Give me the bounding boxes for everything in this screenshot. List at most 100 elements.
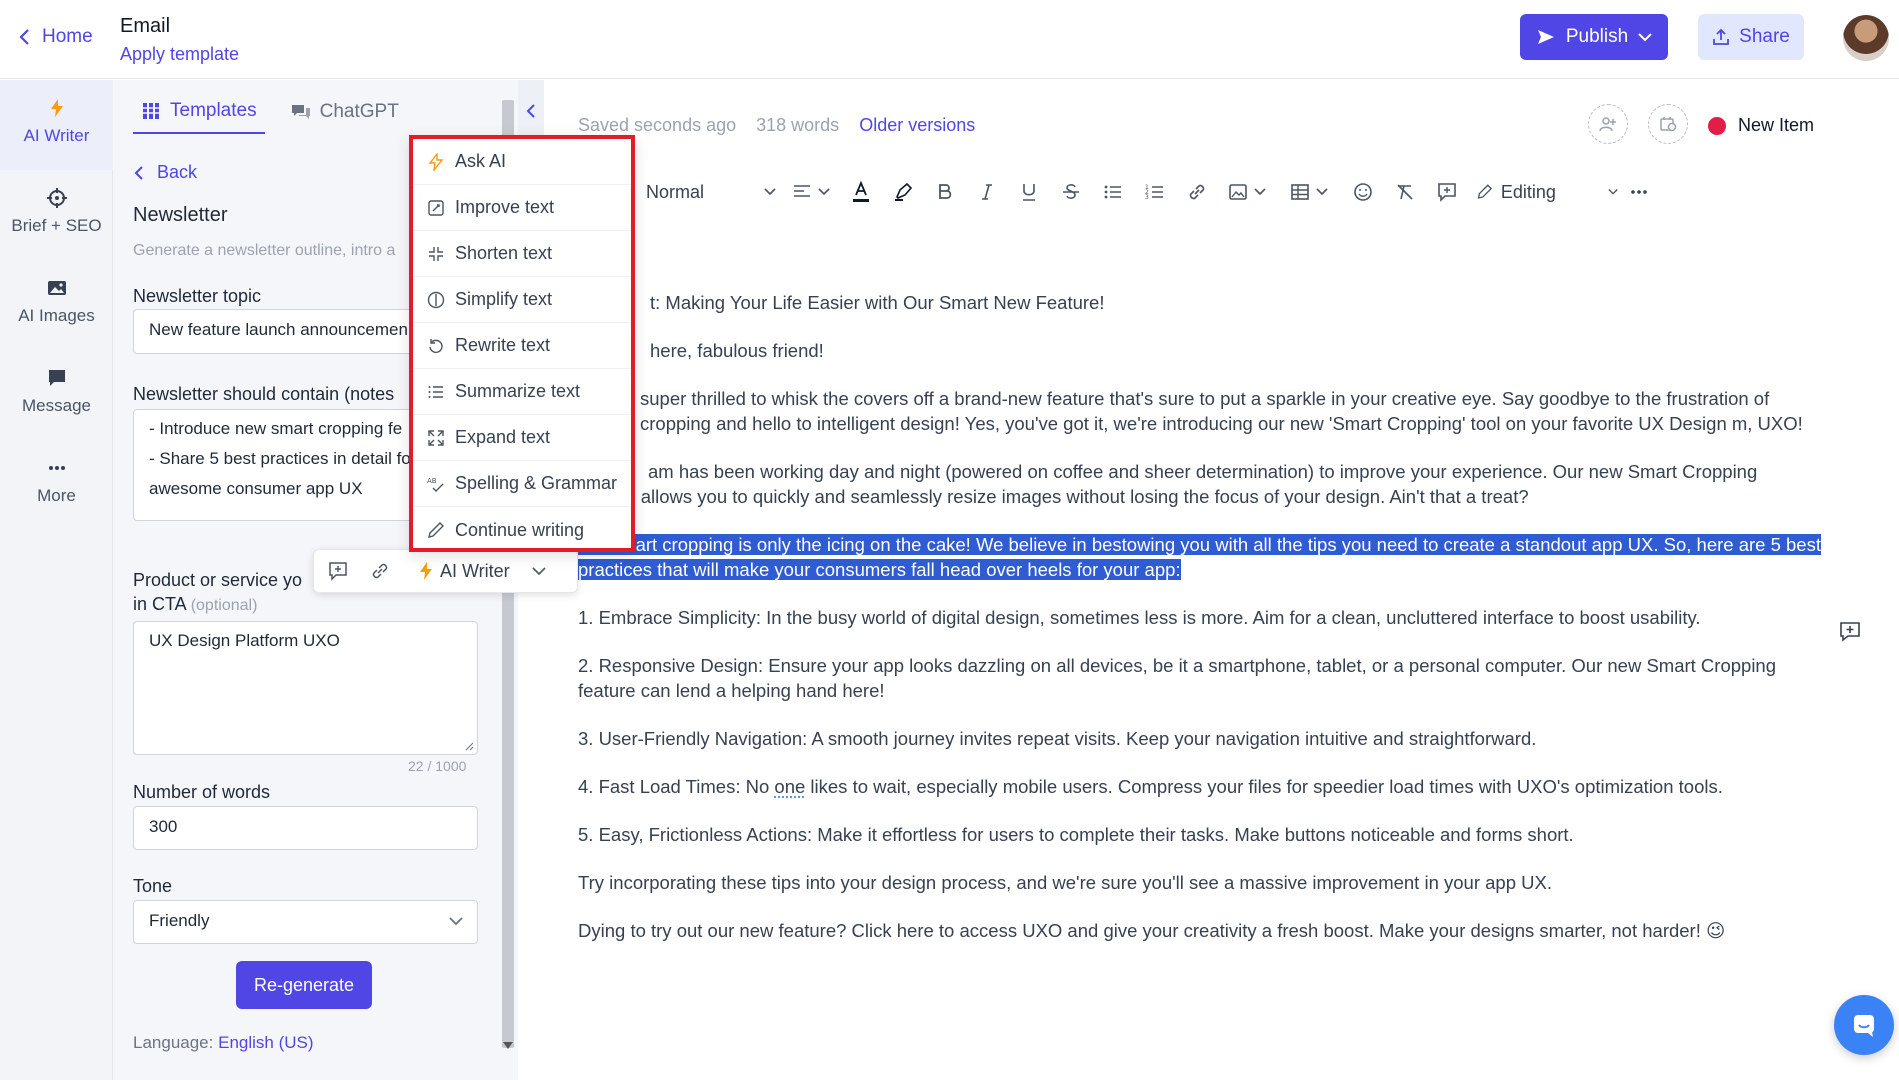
menu-label: Spelling & Grammar (455, 473, 618, 493)
language-prefix: Language: (133, 1033, 214, 1052)
align-button[interactable] (782, 174, 840, 210)
spelling-suggestion[interactable]: one (774, 776, 805, 797)
rail-item-ai-images[interactable]: AI Images (0, 278, 113, 326)
resize-handle-icon[interactable] (464, 741, 474, 751)
editing-mode-select[interactable]: Editing (1468, 174, 1618, 210)
bold-button[interactable] (924, 174, 966, 210)
underline-button[interactable] (1008, 174, 1050, 210)
more-icon (1631, 190, 1647, 194)
home-link[interactable]: Home (18, 26, 93, 48)
rail-item-brief-seo[interactable]: Brief + SEO (0, 188, 113, 236)
rail-item-message[interactable]: Message (0, 368, 113, 416)
status-selector[interactable]: New Item (1708, 115, 1814, 136)
spellcheck-icon: AB (427, 477, 444, 492)
schedule-button[interactable] (1648, 104, 1688, 144)
paragraph-line: feature allows you to quickly and seamle… (578, 486, 1529, 507)
menu-item-summarize-text[interactable]: Summarize text (413, 369, 631, 415)
pen-icon (428, 522, 444, 538)
product-label-line: Product or service yo (133, 570, 303, 590)
add-comment-icon[interactable] (1838, 620, 1862, 644)
menu-label: Ask AI (455, 151, 507, 171)
link-icon (1189, 184, 1205, 200)
bolt-icon (50, 99, 63, 117)
link-icon[interactable] (370, 561, 390, 581)
text-color-icon (853, 180, 869, 202)
chevron-down-icon (764, 188, 776, 196)
bullet-list-button[interactable] (1092, 174, 1134, 210)
scroll-down-arrow-icon[interactable] (503, 1042, 513, 1049)
format-select[interactable]: Normal (640, 174, 782, 210)
bullet-list-icon (1104, 185, 1121, 199)
strikethrough-button[interactable] (1050, 174, 1092, 210)
menu-item-rewrite-text[interactable]: Rewrite text (413, 323, 631, 369)
menu-item-simplify-text[interactable]: Simplify text (413, 277, 631, 323)
tab-label: Templates (170, 100, 257, 121)
menu-label: Simplify text (455, 289, 553, 309)
menu-item-improve-text[interactable]: Improve text (413, 185, 631, 231)
menu-item-continue-writing[interactable]: Continue writing (413, 507, 631, 553)
templates-icon (143, 103, 159, 119)
chevron-down-icon (1608, 188, 1618, 195)
menu-item-expand-text[interactable]: Expand text (413, 415, 631, 461)
words-input[interactable]: 300 (133, 806, 478, 850)
tone-select[interactable]: Friendly (133, 900, 478, 944)
menu-item-ask-ai[interactable]: Ask AI (413, 139, 631, 185)
tone-label: Tone (133, 876, 173, 896)
emoji-button[interactable] (1342, 174, 1384, 210)
ai-writer-dropdown[interactable]: AI Writer (418, 561, 546, 582)
panel-tabs: Templates ChatGPT (133, 100, 399, 134)
share-button[interactable]: Share (1698, 14, 1804, 60)
rail-label: Brief + SEO (11, 216, 102, 235)
tab-chatgpt[interactable]: ChatGPT (291, 100, 399, 134)
rewrite-icon (429, 338, 443, 353)
document-body[interactable]: t: Making Your Life Easier with Our Smar… (578, 290, 1828, 966)
paragraph: am has been working day and night (power… (578, 459, 1828, 509)
italic-button[interactable] (966, 174, 1008, 210)
language-link[interactable]: English (US) (218, 1033, 313, 1052)
more-icon (48, 466, 65, 470)
text-segment: likes to wait, especially mobile users. … (805, 776, 1723, 797)
rail-item-more[interactable]: More (0, 458, 113, 506)
collapse-panel-button[interactable] (518, 80, 544, 142)
menu-label: Rewrite text (455, 335, 551, 355)
text-color-button[interactable] (840, 174, 882, 210)
saved-status: Saved seconds ago (578, 115, 737, 135)
upload-icon (1713, 28, 1730, 45)
chat-icon (1854, 1015, 1874, 1037)
user-avatar[interactable] (1843, 15, 1889, 61)
underline-icon (1023, 184, 1035, 201)
apply-template-link[interactable]: Apply template (120, 44, 239, 65)
tone-value: Friendly (149, 911, 210, 930)
regenerate-button[interactable]: Re-generate (236, 961, 372, 1009)
back-link[interactable]: Back (133, 162, 197, 183)
product-label-cta: in CTA (133, 594, 186, 614)
comment-add-icon[interactable] (328, 561, 348, 581)
menu-item-spelling-grammar[interactable]: AB Spelling & Grammar (413, 461, 631, 507)
menu-label: Shorten text (455, 243, 553, 263)
comment-button[interactable] (1426, 174, 1468, 210)
publish-button[interactable]: Publish (1520, 14, 1668, 60)
table-button[interactable] (1276, 174, 1342, 210)
more-options-button[interactable] (1618, 174, 1660, 210)
back-label: Back (157, 162, 198, 182)
expand-icon (428, 429, 444, 446)
numbered-list-button[interactable]: 123 (1134, 174, 1176, 210)
tab-templates[interactable]: Templates (133, 100, 265, 134)
clear-format-button[interactable] (1384, 174, 1426, 210)
product-label: Product or service yo in CTA (optional) (133, 568, 302, 618)
svg-text:3: 3 (1145, 194, 1149, 201)
older-versions-link[interactable]: Older versions (859, 115, 975, 136)
product-textarea[interactable]: UX Design Platform UXO (133, 621, 478, 755)
highlight-button[interactable] (882, 174, 924, 210)
menu-item-shorten-text[interactable]: Shorten text (413, 231, 631, 277)
support-chat-button[interactable] (1834, 995, 1894, 1055)
add-collaborator-button[interactable] (1588, 104, 1628, 144)
paragraph: 2. Responsive Design: Ensure your app lo… (578, 655, 1777, 701)
image-button[interactable] (1218, 174, 1276, 210)
left-rail: AI Writer Brief + SEO AI Images Message … (0, 80, 113, 1080)
home-label: Home (42, 26, 93, 47)
menu-label: Expand text (455, 427, 551, 447)
paragraph: Try incorporating these tips into your d… (578, 872, 1552, 893)
link-button[interactable] (1176, 174, 1218, 210)
rail-item-ai-writer[interactable]: AI Writer (0, 80, 113, 170)
